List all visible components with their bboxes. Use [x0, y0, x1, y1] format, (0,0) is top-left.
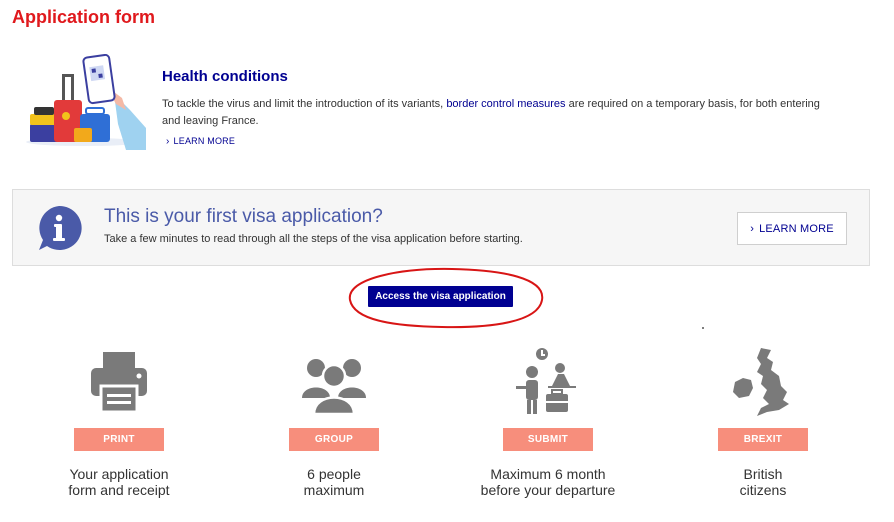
feature-submit: SUBMIT Maximum 6 month before your depart…	[448, 340, 648, 510]
learn-more-button[interactable]: › LEARN MORE	[737, 212, 847, 245]
badge-brexit: BREXIT	[718, 428, 808, 451]
stray-dot	[702, 327, 704, 329]
access-visa-application-button[interactable]: Access the visa application	[368, 286, 513, 307]
chevron-right-icon: ›	[750, 222, 755, 235]
first-visa-subtitle: Take a few minutes to read through all t…	[104, 233, 523, 245]
features-row: PRINT Your application form and receipt G…	[0, 340, 894, 520]
health-conditions-text: To tackle the virus and limit the introd…	[162, 98, 820, 127]
feature-group: GROUP 6 people maximum	[234, 340, 434, 510]
feature-brexit: BREXIT British citizens	[663, 340, 863, 510]
health-learn-more-link[interactable]: › LEARN MORE	[166, 136, 235, 147]
info-icon	[39, 205, 82, 250]
feature-print-desc: Your application form and receipt	[68, 466, 170, 498]
printer-icon	[91, 352, 147, 414]
page-title: Application form	[12, 7, 155, 27]
feature-submit-desc: Maximum 6 month before your departure	[480, 466, 616, 498]
badge-group: GROUP	[289, 428, 379, 451]
feature-print: PRINT Your application form and receipt	[19, 340, 219, 510]
health-conditions-section: Health conditions To tackle the virus an…	[22, 54, 872, 164]
traveler-clock-icon	[516, 348, 576, 414]
chevron-right-icon: ›	[166, 136, 170, 147]
first-visa-banner: This is your first visa application? Tak…	[12, 189, 870, 266]
feature-brexit-desc: British citizens	[739, 466, 787, 498]
health-conditions-title: Health conditions	[162, 68, 288, 85]
feature-group-desc: 6 people maximum	[303, 466, 365, 498]
border-control-link[interactable]: border control measures	[446, 98, 565, 110]
badge-submit: SUBMIT	[503, 428, 593, 451]
people-icon	[302, 359, 366, 416]
first-visa-title: This is your first visa application?	[104, 206, 383, 227]
travel-luggage-illustration	[26, 54, 146, 150]
uk-map-icon	[733, 348, 789, 416]
badge-print: PRINT	[74, 428, 164, 451]
